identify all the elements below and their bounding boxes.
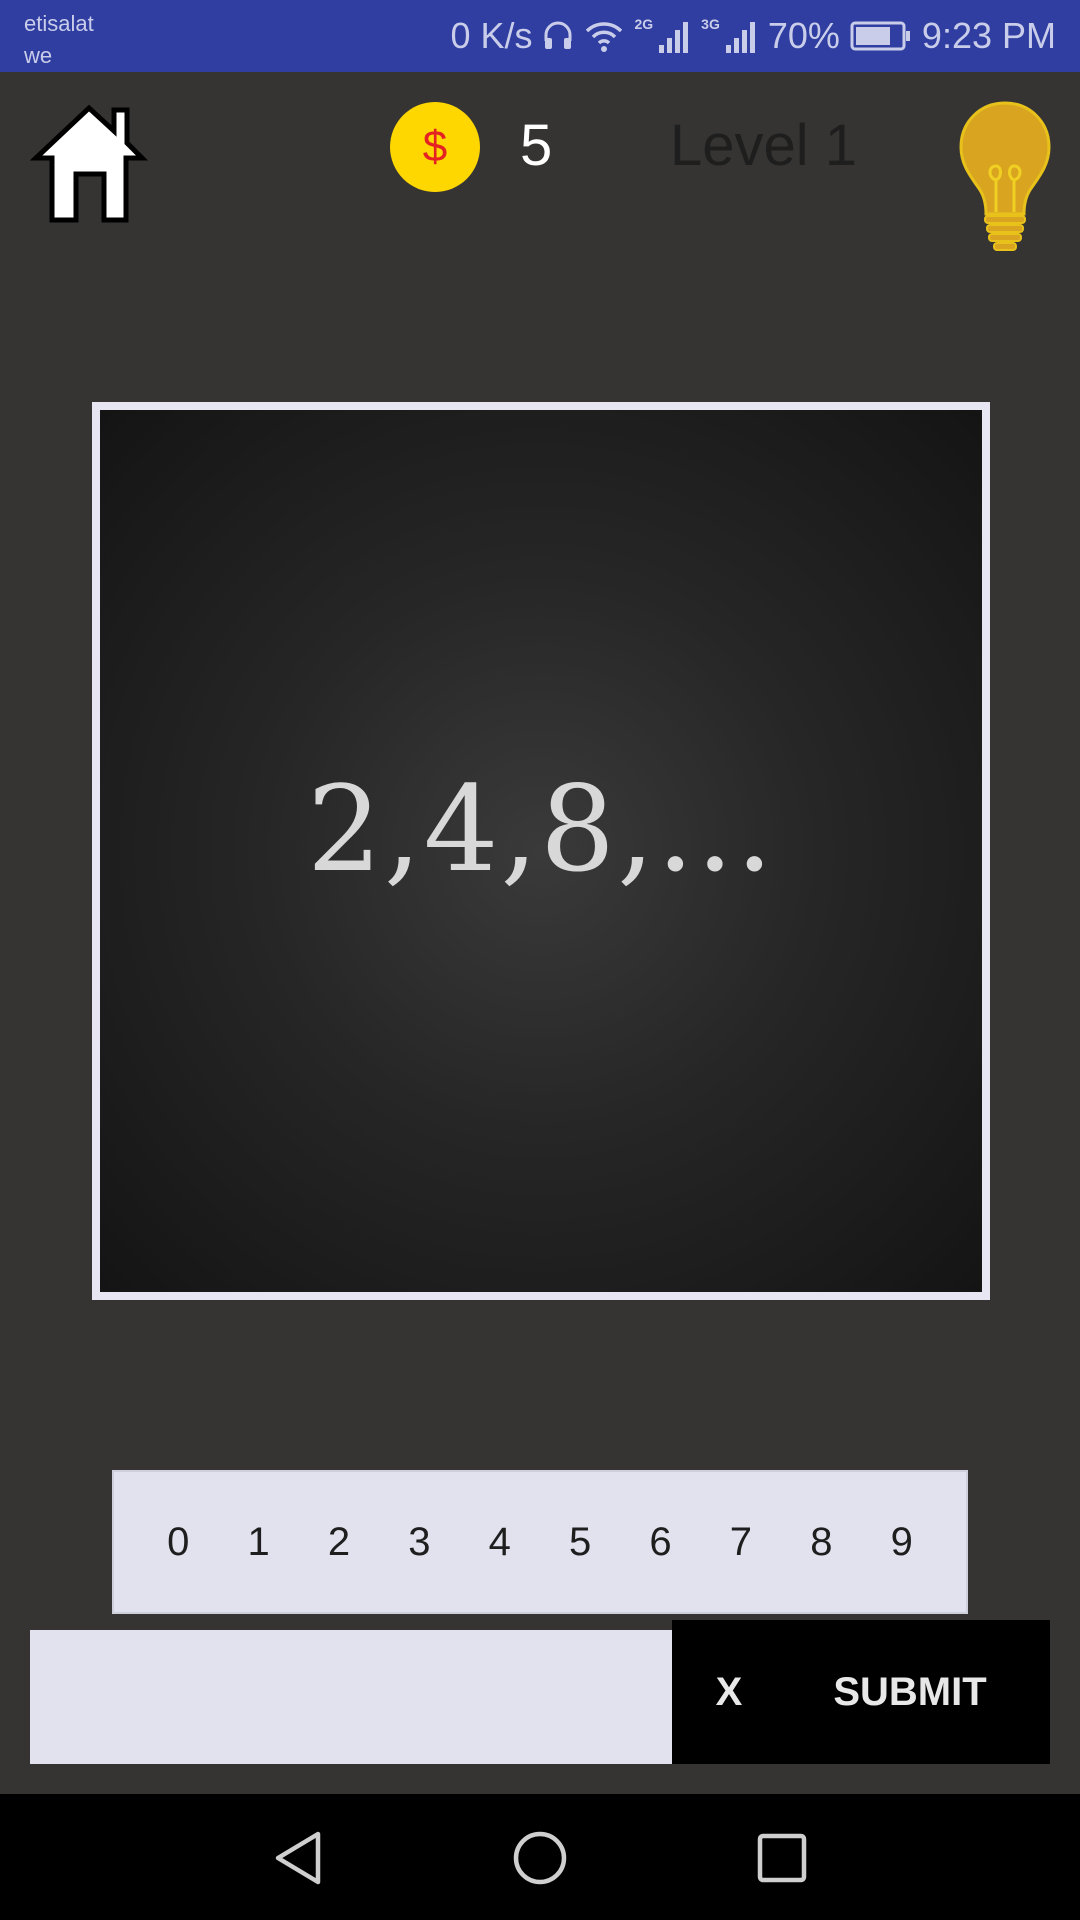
coin-icon: $ [390,102,480,192]
digit-key-3[interactable]: 3 [389,1470,449,1614]
home-nav-button[interactable] [512,1830,568,1886]
level-label: Level 1 [670,113,858,178]
digit-key-9[interactable]: 9 [872,1470,932,1614]
carrier-name: etisalat we [24,8,94,72]
signal-bars-icon [659,22,689,53]
status-bar: etisalat we 0 K/s 2G 3G 70% 9:23 PM [0,0,1080,72]
coin-count: 5 [520,113,553,178]
home-icon [29,104,149,223]
puzzle-panel: 2,4,8,... [92,402,990,1300]
digit-key-2[interactable]: 2 [309,1470,369,1614]
status-indicators: 0 K/s 2G 3G 70% 9:23 PM [450,14,1056,58]
carrier-line-2: we [24,43,53,68]
signal-label-2g: 2G [634,16,654,32]
clear-button[interactable]: X [672,1670,786,1715]
battery-icon [850,21,910,51]
carrier-line-1: etisalat [24,11,94,36]
home-circle-icon [513,1831,567,1885]
digit-key-5[interactable]: 5 [550,1470,610,1614]
battery-percent: 70% [767,15,840,56]
clock: 9:23 PM [921,15,1056,56]
digit-key-0[interactable]: 0 [148,1470,208,1614]
puzzle-sequence: 2,4,8,... [306,760,776,898]
signal-bars-icon [725,22,755,53]
navigation-bar [0,1794,1080,1920]
digit-key-7[interactable]: 7 [711,1470,771,1614]
back-triangle-icon [275,1831,321,1885]
digit-key-6[interactable]: 6 [631,1470,691,1614]
digit-key-8[interactable]: 8 [791,1470,851,1614]
digit-keypad: 0 1 2 3 4 5 6 7 8 9 [112,1470,968,1614]
submit-button[interactable]: SUBMIT [786,1670,1050,1715]
net-speed: 0 K/s [450,15,533,56]
home-button[interactable] [28,100,150,226]
digit-key-4[interactable]: 4 [470,1470,530,1614]
coin-symbol: $ [422,122,448,171]
recents-square-icon [757,1833,807,1883]
answer-actions: X SUBMIT [672,1620,1050,1764]
back-button[interactable] [270,1830,326,1886]
lightbulb-icon [959,101,1051,251]
wifi-icon [586,22,623,52]
hint-button[interactable] [958,100,1052,254]
signal-label-3g: 3G [701,16,720,32]
recents-button[interactable] [754,1830,810,1886]
answer-input[interactable] [30,1630,672,1764]
headset-icon [544,21,572,49]
digit-key-1[interactable]: 1 [229,1470,289,1614]
